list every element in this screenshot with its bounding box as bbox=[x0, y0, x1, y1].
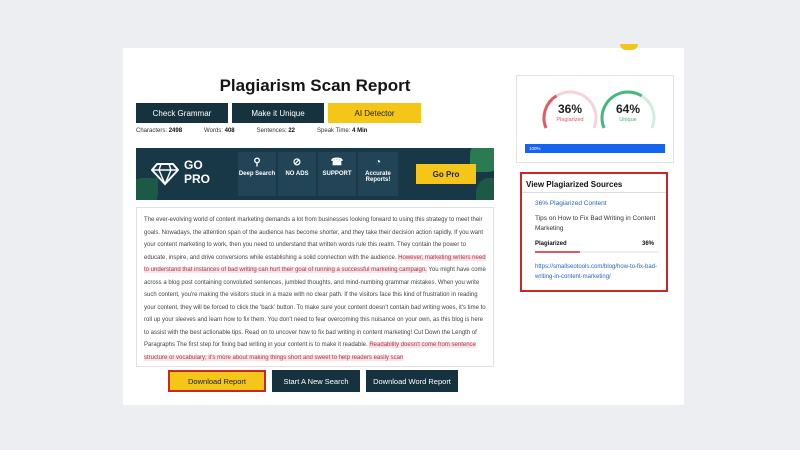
tool-buttons: Check Grammar Make it Unique AI Detector bbox=[136, 103, 421, 123]
no-ads-icon: ⊘ bbox=[292, 157, 302, 168]
plagiarized-content-link[interactable]: 36% Plagiarized Content bbox=[535, 200, 607, 207]
source-title: Tips on How to Fix Bad Writing in Conten… bbox=[535, 215, 656, 232]
feature-deep-search: ⚲ Deep Search bbox=[238, 152, 276, 196]
new-search-button[interactable]: Start A New Search bbox=[272, 370, 360, 392]
download-report-button[interactable]: Download Report bbox=[168, 370, 266, 392]
ai-detector-button[interactable]: AI Detector bbox=[328, 103, 421, 123]
make-unique-button[interactable]: Make it Unique bbox=[232, 103, 324, 123]
feature-accurate-reports: ◔ Accurate Reports! bbox=[358, 152, 398, 196]
plagiarized-label: Plagiarized bbox=[556, 117, 584, 123]
report-actions: Download Report Start A New Search Downl… bbox=[168, 370, 458, 392]
plagiarized-percent: 36% bbox=[557, 102, 583, 116]
feature-no-ads: ⊘ NO ADS bbox=[278, 152, 316, 196]
feature-support: ☎ SUPPORT bbox=[318, 152, 356, 196]
go-pro-banner[interactable]: GO PRO ⚲ Deep Search ⊘ NO ADS ☎ SUPPORT … bbox=[136, 148, 494, 200]
search-icon: ⚲ bbox=[253, 157, 261, 168]
unique-percent: 64% bbox=[615, 102, 641, 116]
source-plagiarized-bar bbox=[535, 251, 659, 253]
unique-gauge: 64% Unique bbox=[597, 88, 659, 132]
text-stats: Characters: 2498 Words: 408 Sentences: 2… bbox=[136, 128, 494, 134]
words-stat: Words: 408 bbox=[204, 128, 235, 134]
scan-progress-bar: 100% bbox=[525, 144, 665, 153]
unique-label: Unique bbox=[619, 117, 637, 123]
go-pro-button[interactable]: Go Pro bbox=[416, 164, 476, 184]
source-plagiarized-value: 36% bbox=[641, 241, 654, 247]
diamond-icon bbox=[151, 163, 179, 186]
sentences-stat: Sentences: 22 bbox=[256, 128, 296, 134]
pie-chart-icon: ◔ bbox=[374, 157, 382, 168]
source-url-link[interactable]: https://smallseotools.com/blog/how-to-fi… bbox=[535, 262, 659, 282]
download-word-report-button[interactable]: Download Word Report bbox=[366, 370, 458, 392]
source-plagiarized-label: Plagiarized bbox=[535, 241, 567, 247]
leaf-decoration bbox=[476, 178, 494, 200]
scanned-text: The ever-evolving world of content marke… bbox=[136, 207, 494, 367]
characters-stat: Characters: 2498 bbox=[136, 128, 183, 134]
page-title: Plagiarism Scan Report bbox=[219, 76, 411, 95]
sources-heading: View Plagiarized Sources bbox=[526, 180, 623, 189]
check-grammar-button[interactable]: Check Grammar bbox=[136, 103, 228, 123]
speak-time-stat: Speak Time: 4 Min bbox=[317, 128, 368, 134]
plagiarized-gauge: 36% Plagiarized bbox=[539, 88, 601, 132]
divider bbox=[522, 192, 666, 193]
plagiarized-sources-panel: View Plagiarized Sources 36% Plagiarized… bbox=[520, 172, 668, 292]
go-pro-label: GO PRO bbox=[184, 158, 211, 186]
result-summary: 36% Plagiarized 64% Unique 100% bbox=[516, 75, 674, 163]
support-icon: ☎ bbox=[330, 157, 344, 168]
